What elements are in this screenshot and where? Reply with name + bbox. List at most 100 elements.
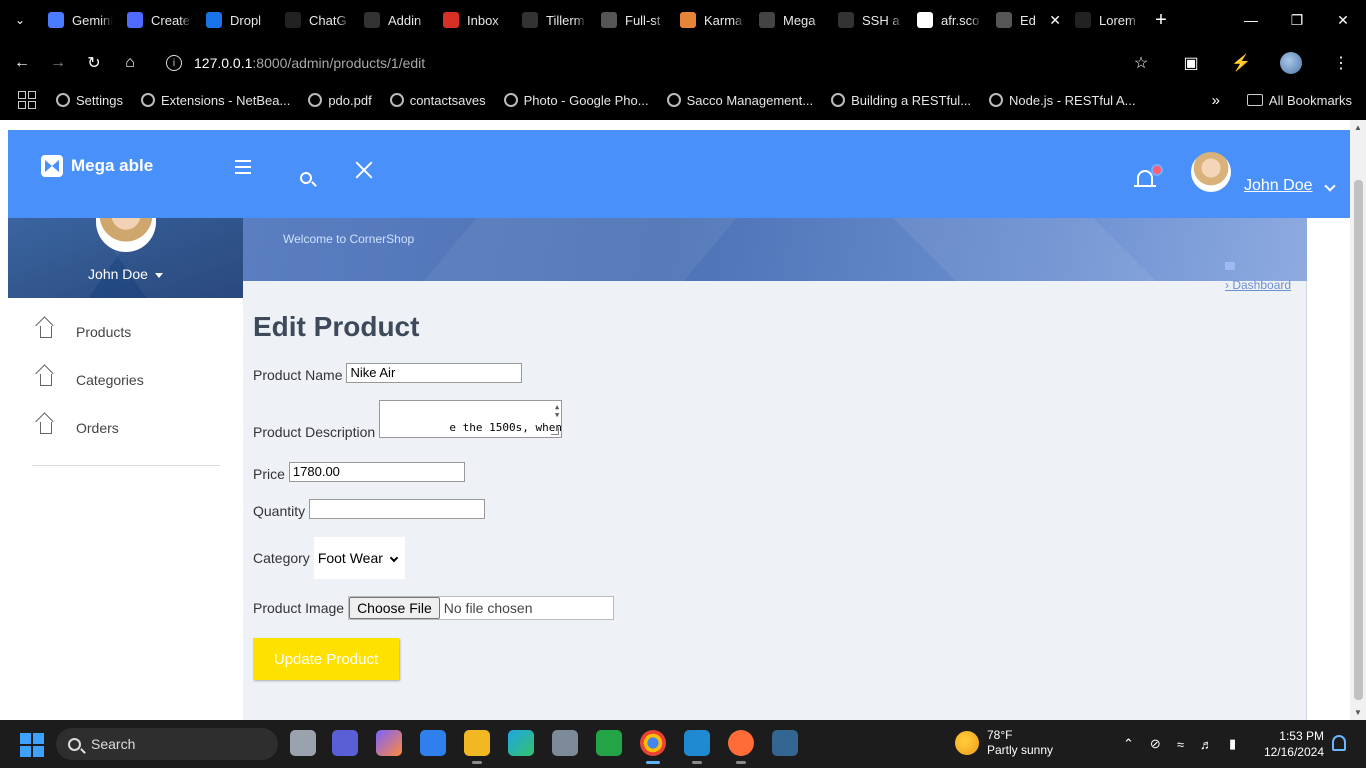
product-image-label: Product Image	[253, 600, 345, 616]
all-bookmarks-button[interactable]: All Bookmarks	[1246, 93, 1352, 108]
sidebar-item-products[interactable]: Products	[40, 324, 131, 340]
tab-title: Tillerm	[546, 12, 585, 28]
clock[interactable]: 1:53 PM 12/16/2024	[1258, 728, 1324, 760]
bookmark-star-icon[interactable]: ☆	[1116, 53, 1166, 73]
bookmark-item[interactable]: pdo.pdf	[308, 93, 372, 108]
bookmark-item[interactable]: Extensions - NetBea...	[140, 93, 290, 108]
bookmark-item[interactable]: Node.js - RESTful A...	[989, 93, 1135, 108]
scroll-down-icon[interactable]: ▼	[1353, 708, 1363, 717]
bookmark-label: Node.js - RESTful A...	[1009, 92, 1136, 108]
product-description-textarea[interactable]: e the 1500s, when an unknown printer too…	[379, 400, 563, 438]
network-off-icon[interactable]: ⊘	[1150, 736, 1161, 752]
notification-icon[interactable]	[1332, 735, 1346, 751]
resize-handle-icon[interactable]	[551, 427, 560, 435]
extensions-icon[interactable]: ▣	[1166, 53, 1216, 73]
store-icon[interactable]	[420, 730, 446, 756]
category-select[interactable]: Foot Wear	[313, 537, 405, 579]
forward-icon[interactable]: →	[40, 45, 76, 81]
home-icon[interactable]: ⌂	[112, 45, 148, 81]
chrome-icon[interactable]	[640, 730, 666, 764]
scroll-up-icon[interactable]: ▲	[1353, 123, 1363, 132]
browser-tab[interactable]: Gemini	[40, 0, 119, 40]
url-field[interactable]: i 127.0.0.1:8000/admin/products/1/edit	[160, 46, 1200, 80]
tab-search-chevron-icon[interactable]: ⌄	[0, 0, 40, 40]
browser-tab[interactable]: Full-st	[593, 0, 672, 40]
sidebar-item-categories[interactable]: Categories	[40, 372, 144, 388]
taskbar-search[interactable]: Search	[56, 728, 278, 760]
sidebar-user-toggle[interactable]: John Doe	[8, 266, 243, 282]
breadcrumb-home-icon[interactable]	[1225, 262, 1235, 270]
stocks-icon[interactable]	[596, 730, 622, 756]
reload-icon[interactable]: ↻	[76, 45, 112, 81]
browser-tab[interactable]: Karma	[672, 0, 751, 40]
weather-widget[interactable]: 78°F Partly sunny	[955, 728, 1053, 758]
bookmark-label: Building a RESTful...	[851, 92, 972, 108]
welcome-text: Welcome to CornerShop	[283, 232, 415, 246]
battery-icon[interactable]: ▮	[1229, 736, 1236, 752]
vscode-icon[interactable]	[684, 730, 710, 764]
restore-icon[interactable]: ❐	[1274, 0, 1320, 40]
search-icon[interactable]	[300, 172, 312, 184]
scrollbar-thumb[interactable]	[1354, 180, 1363, 700]
browser-tab[interactable]: Inbox	[435, 0, 514, 40]
globe-icon	[601, 12, 617, 28]
sidebar-item-orders[interactable]: Orders	[40, 420, 119, 436]
back-icon[interactable]: ←	[4, 45, 40, 81]
product-image-file-input[interactable]: Choose File No file chosen	[348, 596, 615, 620]
meet-icon[interactable]	[332, 730, 358, 756]
user-menu-name[interactable]: John Doe	[1244, 177, 1313, 195]
browser-tab[interactable]: Lorem	[1067, 0, 1146, 40]
more-bookmarks-icon[interactable]: »	[1212, 92, 1220, 109]
chevron-down-icon[interactable]	[1324, 180, 1336, 192]
postgres-icon[interactable]	[772, 730, 798, 756]
menu-toggle-icon[interactable]	[235, 160, 251, 178]
performance-icon[interactable]: ⚡	[1216, 53, 1266, 73]
windows-start-icon[interactable]	[20, 733, 44, 757]
bookmark-item[interactable]: contactsaves	[389, 93, 486, 108]
page-scrollbar[interactable]: ▲ ▼	[1350, 120, 1366, 720]
close-window-icon[interactable]: ✕	[1320, 0, 1366, 40]
file-explorer-icon[interactable]	[464, 730, 490, 764]
price-input[interactable]: 1780.00	[288, 462, 465, 482]
browser-tab[interactable]: ChatG	[277, 0, 356, 40]
wifi-icon[interactable]: ≈	[1177, 737, 1184, 752]
apps-grid-icon[interactable]	[18, 91, 36, 109]
postman-icon[interactable]	[728, 730, 754, 764]
browser-tab[interactable]: Create	[119, 0, 198, 40]
bookmark-item[interactable]: Sacco Management...	[666, 93, 813, 108]
product-name-input[interactable]: Nike Air	[346, 363, 523, 383]
browser-tab[interactable]: Addin	[356, 0, 435, 40]
tab-title: Dropl	[230, 12, 262, 28]
bookmark-item[interactable]: Photo - Google Pho...	[503, 93, 649, 108]
profile-icon[interactable]	[1266, 52, 1316, 74]
choose-file-button[interactable]: Choose File	[349, 597, 440, 619]
avatar[interactable]	[1191, 152, 1231, 192]
browser-tab[interactable]: Ed ✕	[988, 0, 1067, 40]
browser-tab[interactable]: afr.sco	[909, 0, 988, 40]
mega-able-icon	[759, 12, 775, 28]
edge-icon[interactable]	[508, 730, 534, 756]
bookmark-item[interactable]: Settings	[56, 93, 123, 108]
fullscreen-icon[interactable]	[355, 161, 373, 179]
update-product-button[interactable]: Update Product	[253, 638, 399, 680]
browser-tab[interactable]: Mega	[751, 0, 830, 40]
textarea-scroll-arrows-icon[interactable]: ▲ ▼	[555, 403, 559, 419]
close-tab-icon[interactable]: ✕	[1049, 12, 1061, 29]
task-view-icon[interactable]	[290, 730, 316, 756]
minimize-icon[interactable]: —	[1228, 0, 1274, 40]
site-info-icon[interactable]: i	[166, 55, 182, 71]
search-icon	[68, 737, 81, 751]
copilot-icon[interactable]	[376, 730, 402, 756]
browser-tab[interactable]: SSH a	[830, 0, 909, 40]
brand-logo[interactable]: Mega able	[41, 155, 153, 177]
breadcrumb-dashboard-link[interactable]: › Dashboard	[1225, 278, 1291, 292]
browser-tab[interactable]: Tillerm	[514, 0, 593, 40]
volume-icon[interactable]: ♬	[1200, 737, 1213, 752]
browser-menu-icon[interactable]: ⋮	[1316, 53, 1366, 73]
bookmark-item[interactable]: Building a RESTful...	[831, 93, 971, 108]
app-icon[interactable]	[552, 730, 578, 756]
browser-tab[interactable]: Dropl	[198, 0, 277, 40]
new-tab-button[interactable]: +	[1146, 9, 1176, 32]
quantity-input[interactable]	[309, 499, 486, 519]
chevron-up-icon[interactable]: ⌃	[1123, 736, 1134, 752]
